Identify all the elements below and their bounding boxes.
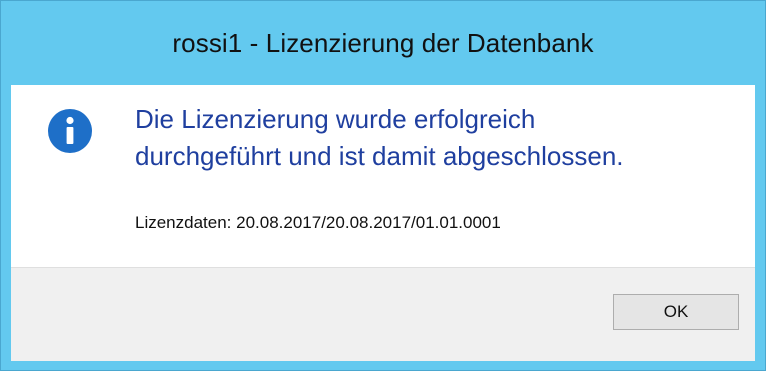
window-title: rossi1 - Lizenzierung der Datenbank <box>172 27 594 58</box>
ok-button[interactable]: OK <box>613 294 739 330</box>
license-data-text: Lizenzdaten: 20.08.2017/20.08.2017/01.01… <box>135 213 501 232</box>
button-bar: OK <box>11 267 755 361</box>
title-bar[interactable]: rossi1 - Lizenzierung der Datenbank <box>1 1 765 85</box>
main-message: Die Lizenzierung wurde erfolgreich durch… <box>135 101 745 175</box>
message-dialog: rossi1 - Lizenzierung der Datenbank Die … <box>0 0 766 371</box>
dialog-client-area: Die Lizenzierung wurde erfolgreich durch… <box>11 85 755 361</box>
message-content: Die Lizenzierung wurde erfolgreich durch… <box>11 85 755 267</box>
main-message-line-2: durchgeführt und ist damit abgeschlossen… <box>135 141 624 171</box>
main-message-line-1: Die Lizenzierung wurde erfolgreich <box>135 104 536 134</box>
info-icon <box>48 109 92 153</box>
